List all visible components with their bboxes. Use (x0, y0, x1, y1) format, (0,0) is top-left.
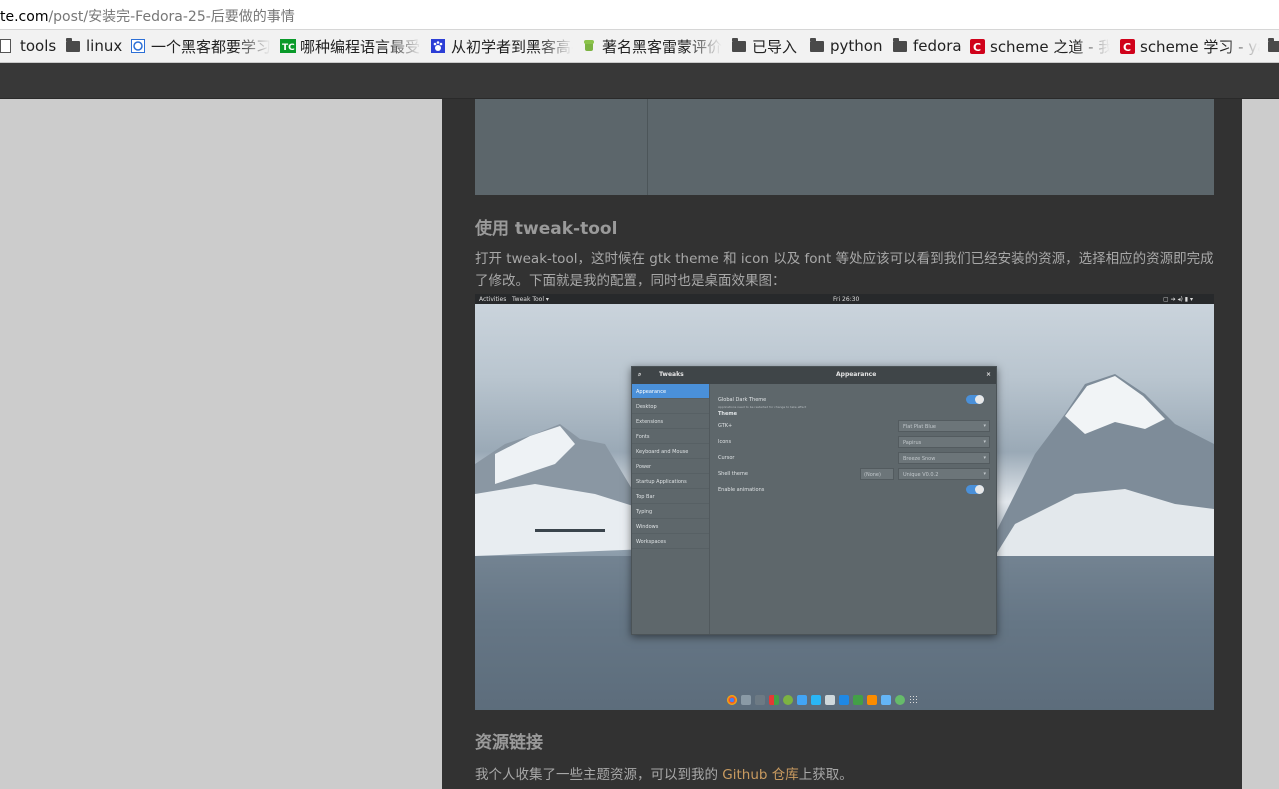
sidebar-item-fonts[interactable]: Fonts (632, 429, 709, 444)
close-icon[interactable]: × (986, 371, 991, 378)
cursor-label: Cursor (718, 455, 735, 461)
bookmarks-bar: tools linux 一个黑客都要学习 TC 哪种编程语言最受 从初学者到黑客… (0, 30, 1279, 63)
bookmark-raymond[interactable]: 著名黑客雷蒙评价 (582, 36, 722, 56)
folder-icon (732, 38, 746, 53)
dark-theme-label: Global Dark Theme (718, 397, 767, 403)
shell-theme-label: Shell theme (718, 471, 748, 477)
gnome-top-bar: Activities Tweak Tool ▾ Fri 26:30 ▢ ➔ ◂)… (475, 294, 1214, 304)
globe-icon (131, 39, 145, 53)
animations-switch[interactable] (966, 485, 984, 494)
w-icon[interactable] (839, 695, 849, 705)
svg-text:TC: TC (282, 43, 295, 53)
address-bar[interactable]: te.com/post/安装完-Fedora-25-后要做的事情 (0, 0, 1279, 30)
bookmark-beginner[interactable]: 从初学者到黑客高手 (431, 36, 573, 56)
dark-theme-note: Applications need to be restarted for ch… (718, 405, 807, 409)
store-icon[interactable] (881, 695, 891, 705)
folder-icon (893, 38, 907, 53)
shirt-icon[interactable] (811, 695, 821, 705)
section-heading-tweak-tool: 使用 tweak-tool (475, 219, 618, 239)
apps-icon[interactable] (769, 695, 779, 705)
paw-icon (431, 39, 445, 53)
tweaks-sidebar: Appearance Desktop Extensions Fonts Keyb… (632, 384, 710, 634)
appearance-settings: Global Dark Theme Applications need to b… (718, 394, 990, 500)
dock (727, 695, 919, 707)
theme-header: Theme (718, 411, 737, 417)
bookmark-scheme-way[interactable]: C scheme 之道 - 我 (970, 36, 1110, 56)
window-title-left: Tweaks (659, 371, 684, 378)
photos-icon[interactable] (755, 695, 765, 705)
gtk-label: GTK+ (718, 423, 733, 429)
sidebar-item-extensions[interactable]: Extensions (632, 414, 709, 429)
chrome-icon[interactable] (727, 695, 737, 705)
github-repo-link[interactable]: Github 仓库 (722, 767, 798, 783)
bookmark-imported[interactable]: 已导入 (732, 36, 804, 56)
window-title-center: Appearance (836, 371, 877, 378)
bookmark-fedora[interactable]: fedora (893, 36, 965, 56)
bookmark-python[interactable]: python (810, 36, 888, 56)
tweaks-window: ⌕ Tweaks Appearance × Appearance Desktop… (631, 366, 997, 635)
folder-icon (810, 38, 824, 53)
gtk-theme-select[interactable]: Flat Plat Blue (898, 420, 990, 432)
sidebar-item-top-bar[interactable]: Top Bar (632, 489, 709, 504)
bookmark-scheme-learn[interactable]: C scheme 学习 - ya (1120, 36, 1260, 56)
sidebar-item-keyboard-mouse[interactable]: Keyboard and Mouse (632, 444, 709, 459)
sidebar-item-startup[interactable]: Startup Applications (632, 474, 709, 489)
section-paragraph-tweak-tool: 打开 tweak-tool，这时候在 gtk theme 和 icon 以及 f… (475, 251, 1214, 289)
animations-label: Enable animations (718, 487, 765, 493)
bookmark-overflow[interactable] (1268, 36, 1279, 56)
icons-label: Icons (718, 439, 732, 445)
p-icon[interactable] (867, 695, 877, 705)
sidebar-item-windows[interactable]: Windows (632, 519, 709, 534)
sidebar-item-appearance[interactable]: Appearance (632, 384, 709, 399)
url-host: te.com (0, 9, 49, 25)
android-icon (582, 39, 596, 53)
update-icon[interactable] (895, 695, 905, 705)
c-icon: C (970, 39, 985, 54)
files-icon[interactable] (741, 695, 751, 705)
previous-screenshot (475, 99, 1214, 195)
badge-icon[interactable] (783, 695, 793, 705)
system-tray-icons[interactable]: ▢ ➔ ◂) ▮ ▾ (1163, 296, 1193, 303)
page-icon (0, 39, 14, 53)
url-text[interactable]: te.com/post/安装完-Fedora-25-后要做的事情 (0, 6, 295, 26)
app-grid-icon[interactable] (909, 695, 919, 705)
sidebar-item-workspaces[interactable]: Workspaces (632, 534, 709, 549)
bookmark-language[interactable]: TC 哪种编程语言最受 (280, 36, 422, 56)
bookmark-linux[interactable]: linux (66, 36, 126, 56)
svg-text:C: C (1123, 41, 1131, 54)
c-icon: C (1120, 39, 1135, 54)
clock[interactable]: Fri 26:30 (833, 296, 859, 303)
section-heading-resources: 资源链接 (475, 733, 543, 753)
tc-icon: TC (280, 39, 296, 53)
site-header (0, 63, 1279, 99)
bookmark-hacker-learn[interactable]: 一个黑客都要学习 (131, 36, 271, 56)
window-header: ⌕ Tweaks Appearance × (632, 367, 996, 384)
folder-icon (1268, 38, 1279, 53)
search-icon[interactable]: ⌕ (638, 371, 641, 379)
icons-theme-select[interactable]: Papirus (898, 436, 990, 448)
svg-text:C: C (973, 41, 981, 54)
shell-theme-select[interactable]: Unique V0.0.2 (898, 468, 990, 480)
folder-icon (66, 38, 80, 53)
sidebar-item-typing[interactable]: Typing (632, 504, 709, 519)
sidebar-item-desktop[interactable]: Desktop (632, 399, 709, 414)
url-path: /post/安装完-Fedora-25-后要做的事情 (48, 9, 295, 25)
activities-button[interactable]: Activities (479, 296, 506, 303)
s-icon[interactable] (853, 695, 863, 705)
article-column: 使用 tweak-tool 打开 tweak-tool，这时候在 gtk the… (442, 99, 1242, 789)
sidebar-item-power[interactable]: Power (632, 459, 709, 474)
cursor-theme-select[interactable]: Breeze Snow (898, 452, 990, 464)
shell-none-button[interactable]: (None) (860, 468, 894, 480)
app-menu[interactable]: Tweak Tool ▾ (512, 296, 549, 303)
desktop-screenshot: Activities Tweak Tool ▾ Fri 26:30 ▢ ➔ ◂)… (475, 294, 1214, 710)
section-paragraph-resources: 我个人收集了一些主题资源，可以到我的 Github 仓库上获取。 (475, 767, 853, 783)
bookmark-tools[interactable]: tools (0, 36, 60, 56)
editor-icon[interactable] (825, 695, 835, 705)
notes-icon[interactable] (797, 695, 807, 705)
dark-theme-switch[interactable] (966, 395, 984, 404)
